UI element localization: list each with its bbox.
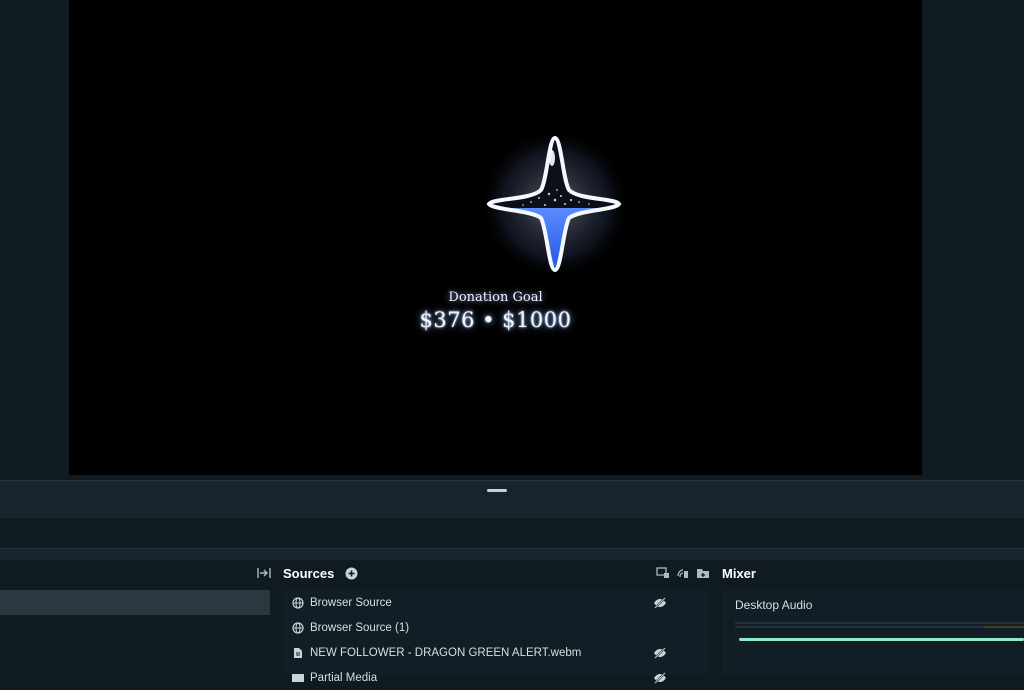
mixer-channel-label: Desktop Audio (735, 598, 813, 612)
scene-transition-icon[interactable] (655, 565, 671, 581)
splitter-handle[interactable] (487, 489, 507, 492)
audio-meter-right (735, 626, 1024, 628)
preview-splitter[interactable] (0, 480, 1024, 518)
meter-peak-zone (984, 626, 1024, 628)
mixer-panel: Desktop Audio (722, 590, 1024, 675)
add-source-icon[interactable] (343, 565, 359, 581)
volume-slider[interactable] (739, 638, 1024, 641)
audio-settings-icon[interactable] (675, 565, 691, 581)
preview-area: Donation Goal $376 • $1000 (0, 0, 1024, 480)
globe-icon (291, 596, 304, 609)
mixer-header: Mixer (722, 560, 756, 586)
source-item[interactable]: Browser Source (1) (283, 615, 709, 640)
sources-title: Sources (283, 565, 335, 581)
sources-tools (655, 560, 711, 586)
add-folder-icon[interactable] (695, 565, 711, 581)
source-item[interactable]: NEW FOLLOWER - DRAGON GREEN ALERT.webm (283, 640, 709, 665)
source-label: Partial Media (310, 671, 378, 684)
donation-goal-amount: $376 • $1000 (419, 308, 572, 332)
source-item[interactable]: Browser Source (283, 590, 709, 615)
audio-meter-left (735, 622, 1024, 624)
sources-list: Browser Source Browser Source (1) NEW FO… (283, 590, 709, 684)
source-label: Browser Source (310, 596, 392, 609)
source-label: Browser Source (1) (310, 621, 410, 634)
video-icon (291, 671, 304, 684)
mixer-title: Mixer (722, 565, 756, 581)
globe-icon (291, 621, 304, 634)
source-label: NEW FOLLOWER - DRAGON GREEN ALERT.webm (310, 646, 582, 659)
visibility-hidden-icon[interactable] (653, 646, 667, 660)
collapse-panel-icon[interactable] (256, 565, 272, 581)
scene-item-selected[interactable] (0, 590, 270, 615)
potion-star-icon (479, 128, 631, 280)
scenes-panel (0, 590, 270, 675)
visibility-hidden-icon[interactable] (653, 671, 667, 685)
source-item[interactable]: Partial Media (283, 665, 709, 690)
visibility-hidden-icon[interactable] (653, 596, 667, 610)
sources-header: Sources (256, 560, 359, 586)
controls-strip (0, 518, 1024, 548)
file-icon (291, 646, 304, 659)
stream-canvas[interactable]: Donation Goal $376 • $1000 (69, 0, 922, 475)
donation-goal-title: Donation Goal (448, 290, 543, 305)
editor-dock: Sources Mixer Browser Source Browser Sou… (0, 560, 1024, 684)
